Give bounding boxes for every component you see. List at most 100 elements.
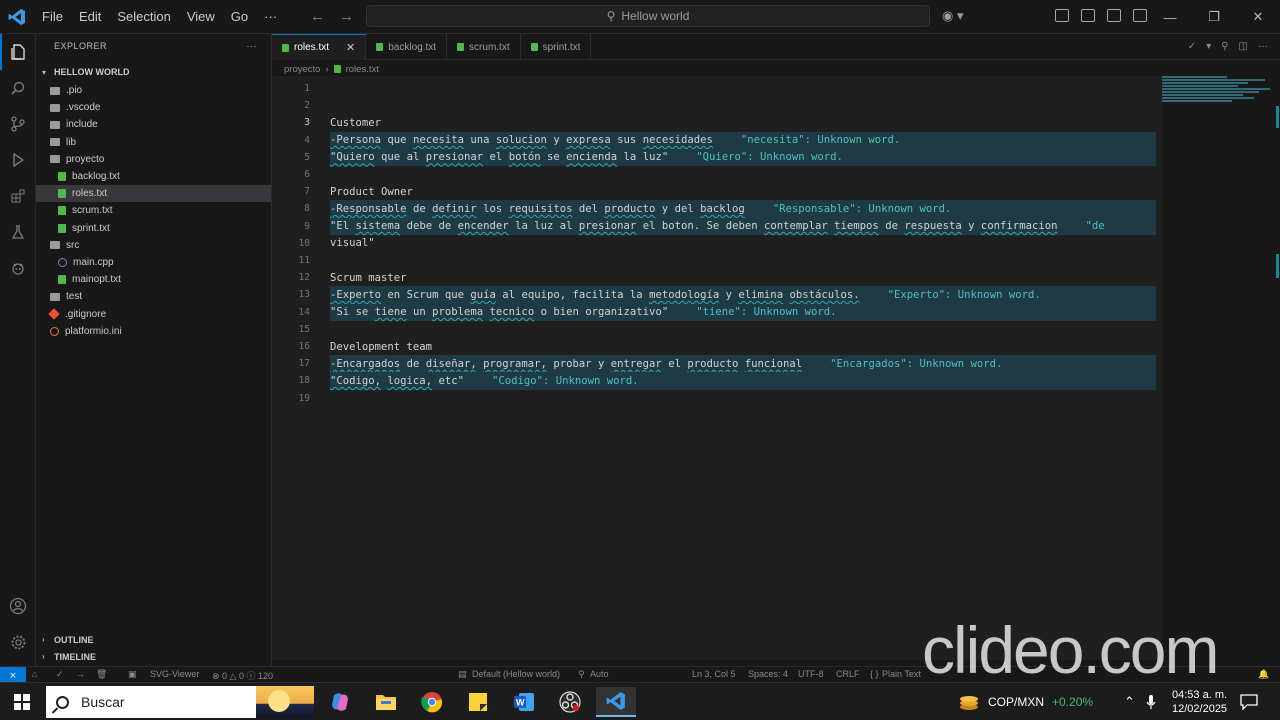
- show-hidden-icons-chevron-icon[interactable]: ⌃: [1124, 683, 1135, 720]
- search-view-icon[interactable]: [0, 70, 36, 106]
- split-editor-icon[interactable]: ◫: [1239, 41, 1248, 52]
- code-line[interactable]: 18 "Codigo, logica, etc" "Codigo": Unknown…: [272, 372, 1162, 389]
- notification-center-icon[interactable]: [1240, 683, 1258, 720]
- tree-item[interactable]: main.cpp: [36, 254, 271, 271]
- tree-item[interactable]: scrum.txt: [36, 202, 271, 219]
- command-center-search[interactable]: ⚲ Hellow world: [366, 5, 930, 27]
- code-line[interactable]: 2: [272, 97, 1162, 114]
- tab-sprint[interactable]: sprint.txt: [521, 34, 592, 60]
- settings-gear-icon[interactable]: [0, 624, 36, 660]
- tree-item[interactable]: .gitignore: [36, 305, 271, 322]
- code-line[interactable]: 8 -Responsable de definir los requisitos …: [272, 200, 1162, 217]
- notifications-bell-icon[interactable]: 🔔: [1258, 669, 1269, 680]
- end-of-line[interactable]: CRLF: [836, 669, 860, 679]
- menu-more[interactable]: ···: [256, 9, 285, 24]
- code-line[interactable]: 7 Product Owner: [272, 183, 1162, 200]
- code-line[interactable]: 13 -Experto en Scrum que guía al equipo, …: [272, 286, 1162, 303]
- menu-view[interactable]: View: [179, 9, 223, 24]
- toggle-primary-sidebar-icon[interactable]: [1081, 9, 1095, 22]
- workspace-root[interactable]: ▾ HELLOW WORLD: [36, 62, 271, 82]
- run-debug-icon[interactable]: [0, 142, 36, 178]
- stock-widget[interactable]: COP/MXN +0.20%: [958, 683, 1093, 720]
- tree-item[interactable]: .vscode: [36, 99, 271, 116]
- more-actions-icon[interactable]: ···: [1258, 41, 1268, 52]
- tree-item[interactable]: backlog.txt: [36, 168, 271, 185]
- minimap[interactable]: [1162, 76, 1270, 116]
- code-line[interactable]: 5 "Quiero que al presionar el botón se en…: [272, 149, 1162, 166]
- tree-item[interactable]: test: [36, 288, 271, 305]
- platformio-env[interactable]: Default (Hellow world): [472, 669, 560, 679]
- menu-edit[interactable]: Edit: [71, 9, 109, 24]
- tree-item[interactable]: .pio: [36, 82, 271, 99]
- testing-flask-icon[interactable]: [0, 214, 36, 250]
- source-control-icon[interactable]: [0, 106, 36, 142]
- upload-arrow-icon[interactable]: →: [76, 669, 85, 679]
- tree-item[interactable]: lib: [36, 134, 271, 151]
- pin-icon[interactable]: ⚲: [1221, 41, 1228, 52]
- vertical-scrollbar[interactable]: [1274, 76, 1280, 660]
- start-button[interactable]: [0, 683, 44, 720]
- more-actions-icon[interactable]: ···: [247, 41, 258, 51]
- account-icon[interactable]: [0, 588, 36, 624]
- tree-item[interactable]: mainopt.txt: [36, 271, 271, 288]
- copilot-app-icon[interactable]: [320, 687, 360, 717]
- code-line[interactable]: 15: [272, 321, 1162, 338]
- forward-arrow-icon[interactable]: →: [339, 8, 354, 25]
- code-line[interactable]: 19: [272, 390, 1162, 407]
- check-icon[interactable]: ✓: [1188, 41, 1196, 52]
- code-line[interactable]: 17 -Encargados de diseñar, programar, pro…: [272, 355, 1162, 372]
- indentation[interactable]: Spaces: 4: [748, 669, 788, 679]
- tree-item[interactable]: platformio.ini: [36, 323, 271, 340]
- customize-layout-icon[interactable]: [1055, 9, 1069, 22]
- tree-item[interactable]: roles.txt: [36, 185, 271, 203]
- code-line[interactable]: 14 "Si se tiene un problema tecnico o bie…: [272, 304, 1162, 321]
- taskbar-search[interactable]: Buscar: [46, 686, 314, 718]
- tree-item[interactable]: proyecto: [36, 151, 271, 168]
- cursor-position[interactable]: Ln 3, Col 5: [692, 669, 736, 679]
- menu-file[interactable]: File: [34, 9, 71, 24]
- close-window-icon[interactable]: ✕: [1236, 0, 1280, 34]
- outline-section[interactable]: › OUTLINE: [36, 631, 94, 648]
- build-check-icon[interactable]: ✓: [56, 669, 64, 680]
- obs-recorder-icon[interactable]: [550, 687, 590, 717]
- remote-window-icon[interactable]: ⨯: [0, 667, 26, 683]
- svg-viewer-icon[interactable]: ▣: [128, 669, 137, 680]
- text-editor[interactable]: 1 2 3 Customer 4 -Persona que necesita una so…: [272, 76, 1162, 660]
- breadcrumb-folder[interactable]: proyecto: [284, 64, 320, 75]
- minimize-icon[interactable]: —: [1148, 0, 1192, 34]
- word-icon[interactable]: W: [504, 687, 544, 717]
- code-line[interactable]: 6: [272, 166, 1162, 183]
- tab-roles[interactable]: roles.txt ✕: [272, 34, 367, 60]
- tree-item[interactable]: sprint.txt: [36, 220, 271, 237]
- vscode-taskbar-icon[interactable]: [596, 687, 636, 717]
- chrome-icon[interactable]: [412, 687, 452, 717]
- tree-item[interactable]: src: [36, 237, 271, 254]
- code-line[interactable]: 9 "El sistema debe de encender la luz al …: [272, 218, 1162, 235]
- menu-selection[interactable]: Selection: [109, 9, 178, 24]
- clock[interactable]: 04:53 a. m. 12/02/2025: [1172, 683, 1227, 720]
- home-icon[interactable]: ⌂: [32, 669, 37, 679]
- toggle-secondary-sidebar-icon[interactable]: [1133, 9, 1147, 22]
- close-tab-icon[interactable]: ✕: [346, 41, 355, 54]
- toggle-panel-icon[interactable]: [1107, 9, 1121, 22]
- breadcrumb-file[interactable]: roles.txt: [346, 64, 379, 75]
- code-line[interactable]: 4 -Persona que necesita una solucion y ex…: [272, 132, 1162, 149]
- sticky-notes-icon[interactable]: [458, 687, 498, 717]
- file-explorer-icon[interactable]: [366, 687, 406, 717]
- back-arrow-icon[interactable]: ←: [310, 8, 325, 25]
- platformio-alien-icon[interactable]: [0, 250, 36, 286]
- code-line[interactable]: 12 Scrum master: [272, 269, 1162, 286]
- code-line[interactable]: 3 Customer: [272, 114, 1162, 131]
- copilot-icon[interactable]: ◉ ▾: [942, 8, 963, 24]
- chevron-down-icon[interactable]: ▾: [1206, 41, 1211, 52]
- code-line[interactable]: 16 Development team: [272, 338, 1162, 355]
- menu-go[interactable]: Go: [223, 9, 256, 24]
- encoding[interactable]: UTF-8: [798, 669, 824, 679]
- tab-backlog[interactable]: backlog.txt: [366, 34, 448, 60]
- port-auto[interactable]: Auto: [590, 669, 609, 679]
- svg-viewer-label[interactable]: SVG-Viewer: [150, 669, 199, 679]
- problems-indicator[interactable]: ⊗ 0 △ 0 ⓘ 120: [212, 669, 273, 682]
- explorer-icon[interactable]: [0, 34, 36, 70]
- code-line[interactable]: 10 visual": [272, 235, 1162, 252]
- extensions-icon[interactable]: [0, 178, 36, 214]
